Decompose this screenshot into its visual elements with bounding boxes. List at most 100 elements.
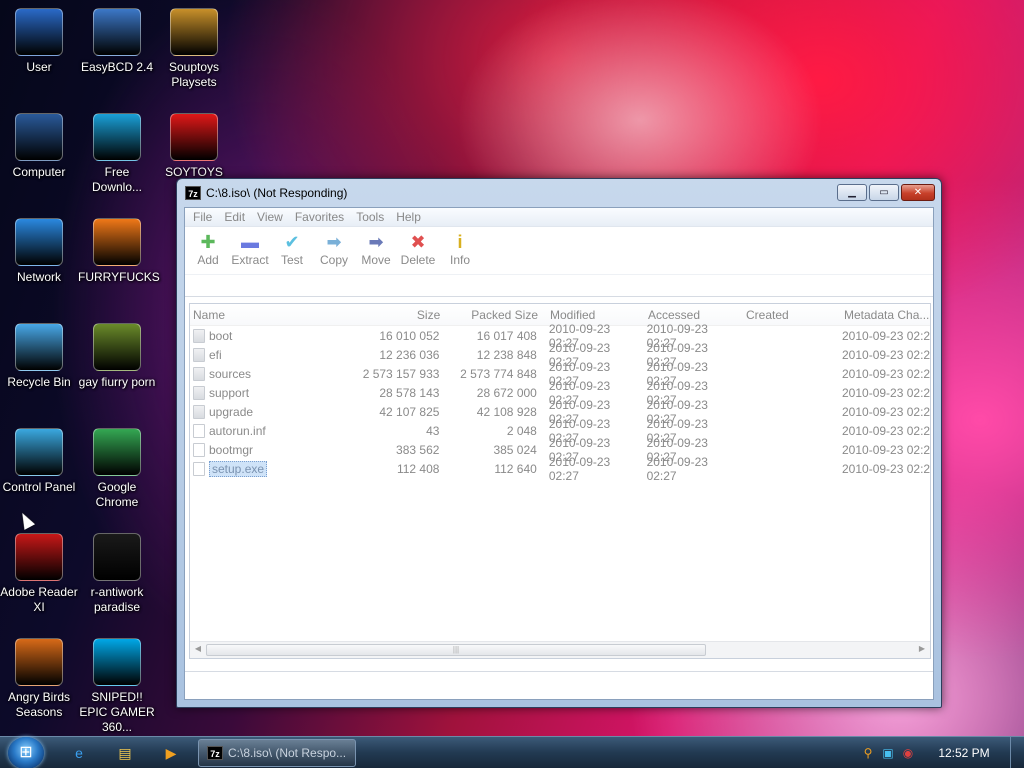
name-cell: setup.exe xyxy=(190,460,346,477)
packed-cell: 16 017 408 xyxy=(476,328,537,343)
desktop-shortcut[interactable]: SOYTOYS xyxy=(155,113,233,180)
desktop-shortcut-label: User xyxy=(26,60,52,74)
window-client-area: File Edit View Favorites Tools Help ✚ Add ▬ Extr… xyxy=(184,207,934,700)
size-cell: 383 562 xyxy=(396,442,440,457)
folder-icon xyxy=(193,328,205,343)
minimize-button[interactable]: ▁ xyxy=(837,184,867,201)
desktop-shortcut[interactable]: Angry Birds Seasons xyxy=(0,638,78,720)
desktop-shortcut-label: r-antiwork paradise xyxy=(90,585,144,614)
menu-help[interactable]: Help xyxy=(390,210,427,224)
free-download-manager-icon xyxy=(93,113,141,161)
column-header[interactable]: Created xyxy=(734,308,832,322)
taskbar: ⊞ e ▤ ▶ 7z C:\8.iso\ (Not Respo... ⚲ ▣ ◉ 1… xyxy=(0,736,1024,768)
show-desktop-button[interactable] xyxy=(1010,737,1024,768)
folder-icon xyxy=(193,385,205,400)
file-name: bootmgr xyxy=(209,442,254,457)
recycle-bin-icon xyxy=(15,323,63,371)
scrollbar-thumb[interactable]: ||| xyxy=(206,644,706,656)
desktop-shortcut[interactable]: Network xyxy=(0,218,78,285)
desktop-shortcut[interactable]: Recycle Bin xyxy=(0,323,78,390)
packed-cell: 42 108 928 xyxy=(476,404,537,419)
desktop-shortcut-label: Google Chrome xyxy=(95,480,139,509)
extract-button[interactable]: ▬ Extract xyxy=(229,231,271,267)
media-player-icon[interactable]: ▶ xyxy=(158,741,184,765)
scroll-right-icon[interactable]: ▶ xyxy=(916,644,928,653)
toolbar-label: Info xyxy=(449,253,470,267)
size-cell: 43 xyxy=(426,423,440,438)
desktop-shortcut[interactable]: gay fiurry porn xyxy=(78,323,156,390)
column-header[interactable]: Accessed xyxy=(636,308,734,322)
address-bar[interactable] xyxy=(185,275,933,297)
window-titlebar[interactable]: 7z C:\8.iso\ (Not Responding) ▁ ▭ ✕ xyxy=(177,179,941,207)
move-icon: ➡ xyxy=(368,232,384,252)
menu-bar: File Edit View Favorites Tools Help xyxy=(185,208,933,227)
r-antiwork-icon xyxy=(93,533,141,581)
desktop-shortcut[interactable]: User xyxy=(0,8,78,75)
info-button[interactable]: i Info xyxy=(439,231,481,267)
search-tray-icon[interactable]: ⚲ xyxy=(858,743,878,763)
meta-cell: 2010-09-23 02:2 xyxy=(842,328,931,343)
desktop-shortcut-label: gay fiurry porn xyxy=(78,375,156,389)
packed-cell: 28 672 000 xyxy=(476,385,537,400)
menu-favorites[interactable]: Favorites xyxy=(289,210,350,224)
meta-cell: 2010-09-23 02:2 xyxy=(842,461,931,476)
desktop-shortcut-label: EasyBCD 2.4 xyxy=(80,60,154,74)
toolbar-label: Add xyxy=(197,253,219,267)
desktop-shortcut[interactable]: Control Panel xyxy=(0,428,78,495)
size-cell: 42 107 825 xyxy=(379,404,440,419)
maximize-button[interactable]: ▭ xyxy=(869,184,899,201)
file-name: support xyxy=(209,385,250,400)
menu-tools[interactable]: Tools xyxy=(350,210,390,224)
file-name: sources xyxy=(209,366,252,381)
column-header[interactable]: Name xyxy=(190,308,346,322)
column-header[interactable]: Size xyxy=(346,308,440,322)
desktop-shortcut[interactable]: Adobe Reader XI xyxy=(0,533,78,615)
meta-cell: 2010-09-23 02:2 xyxy=(842,385,931,400)
table-row[interactable]: setup.exe 112 408 112 640 2010-09-23 02:27 2… xyxy=(190,455,931,483)
add-button[interactable]: ✚ Add xyxy=(187,231,229,267)
explorer-folder-icon[interactable]: ▤ xyxy=(112,741,138,765)
taskbar-item-7zip[interactable]: 7z C:\8.iso\ (Not Respo... xyxy=(198,739,356,767)
toolbar: ✚ Add ▬ Extract ✔ Test ➡ Copy ➡ Move ✖ Delete i Info xyxy=(185,227,933,275)
scroll-left-icon[interactable]: ◀ xyxy=(192,644,204,653)
desktop-shortcut[interactable]: r-antiwork paradise xyxy=(78,533,156,615)
steam-tray-icon[interactable]: ◉ xyxy=(898,743,918,763)
desktop-shortcut[interactable]: EasyBCD 2.4 xyxy=(78,8,156,75)
desktop-shortcut[interactable]: Souptoys Playsets xyxy=(155,8,233,90)
souptoys-icon xyxy=(170,8,218,56)
internet-explorer-icon[interactable]: e xyxy=(66,741,92,765)
desktop-shortcut-label: Control Panel xyxy=(2,480,76,494)
desktop-shortcut[interactable]: Google Chrome xyxy=(78,428,156,510)
column-header[interactable]: Packed Size xyxy=(440,308,538,322)
packed-cell: 2 048 xyxy=(506,423,537,438)
delete-button[interactable]: ✖ Delete xyxy=(397,231,439,267)
modified-cell: 2010-09-23 02:27 xyxy=(548,454,611,483)
desktop-shortcut-label: Network xyxy=(16,270,61,284)
file-name: autorun.inf xyxy=(209,423,266,438)
file-icon xyxy=(193,442,205,457)
desktop-shortcut[interactable]: Free Downlo... xyxy=(78,113,156,195)
start-button[interactable]: ⊞ xyxy=(8,737,44,768)
desktop-shortcut[interactable]: SNIPED!! EPIC GAMER 360... xyxy=(78,638,156,735)
column-header[interactable]: Modified xyxy=(538,308,636,322)
toolbar-label: Extract xyxy=(231,253,269,267)
desktop-shortcut[interactable]: FURRYFUCKS xyxy=(78,218,160,285)
file-list: Name Size Packed Size Modified Accessed Creat… xyxy=(189,303,931,659)
clock[interactable]: 12:52 PM xyxy=(918,746,1010,760)
horizontal-scrollbar[interactable]: ◀ ||| ▶ xyxy=(190,641,930,658)
display-tray-icon[interactable]: ▣ xyxy=(878,743,898,763)
meta-cell: 2010-09-23 02:2 xyxy=(842,404,931,419)
size-cell: 16 010 052 xyxy=(379,328,440,343)
copy-button[interactable]: ➡ Copy xyxy=(313,231,355,267)
desktop-shortcut[interactable]: Computer xyxy=(0,113,78,180)
test-icon: ✔ xyxy=(284,232,300,252)
test-button[interactable]: ✔ Test xyxy=(271,231,313,267)
toolbar-label: Move xyxy=(361,253,391,267)
menu-view[interactable]: View xyxy=(251,210,289,224)
menu-file[interactable]: File xyxy=(187,210,218,224)
menu-edit[interactable]: Edit xyxy=(218,210,251,224)
move-button[interactable]: ➡ Move xyxy=(355,231,397,267)
name-cell: boot xyxy=(190,328,346,343)
column-header[interactable]: Metadata Cha... xyxy=(832,308,930,322)
close-button[interactable]: ✕ xyxy=(901,184,935,201)
